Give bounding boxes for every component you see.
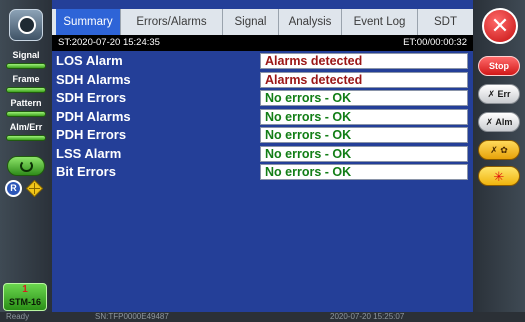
side-label-signal[interactable]: Signal: [0, 50, 52, 60]
result-name: LOS Alarm: [56, 53, 123, 68]
result-row: SDH Errors No errors - OK: [52, 89, 473, 108]
bottom-datetime: 2020-07-20 15:25:07: [330, 312, 405, 321]
side-label-alm-err[interactable]: Alm/Err: [0, 122, 52, 132]
refresh-button[interactable]: [7, 156, 45, 176]
result-name: Bit Errors: [56, 164, 116, 179]
result-value: No errors - OK: [260, 127, 468, 143]
bottom-status-strip: Ready SN:TFP0000E49487 2020-07-20 15:25:…: [0, 312, 525, 322]
result-name: SDH Errors: [56, 90, 127, 105]
result-value: No errors - OK: [260, 108, 468, 125]
tab-sdt[interactable]: SDT: [418, 9, 473, 35]
stm-number: 1: [22, 284, 28, 295]
left-sidebar: Signal Frame Pattern Alm/Err R 1 STM-16: [0, 0, 52, 312]
stm-badge[interactable]: 1 STM-16: [3, 283, 47, 311]
result-value: No errors - OK: [260, 164, 468, 180]
signal-led: [6, 63, 46, 69]
tab-signal[interactable]: Signal: [223, 9, 279, 35]
pattern-led: [6, 111, 46, 117]
serial-number: SN:TFP0000E49487: [95, 312, 169, 321]
frame-led: [6, 87, 46, 93]
result-row: PDH Errors No errors - OK: [52, 126, 473, 145]
result-name: LSS Alarm: [56, 145, 122, 161]
main-panel: Summary Errors/Alarms Signal Analysis Ev…: [52, 0, 473, 312]
tab-summary[interactable]: Summary: [56, 9, 121, 35]
result-value: Alarms detected: [260, 53, 468, 69]
tab-event-log[interactable]: Event Log: [342, 9, 418, 35]
result-row: LOS Alarm Alarms detected: [52, 52, 473, 71]
result-row: SDH Alarms Alarms detected: [52, 71, 473, 90]
inject-alarm-button[interactable]: ✗ Alm: [478, 112, 520, 132]
result-row: LSS Alarm No errors - OK: [52, 145, 473, 164]
tab-analysis[interactable]: Analysis: [279, 9, 342, 35]
diamond-icon[interactable]: [26, 180, 43, 197]
result-name: SDH Alarms: [56, 71, 131, 87]
tools-button[interactable]: ✗ ✿: [478, 140, 520, 160]
ready-text: Ready: [6, 312, 30, 321]
refresh-icon: [20, 160, 33, 172]
stop-button[interactable]: Stop: [478, 56, 520, 76]
r-badge[interactable]: R: [5, 180, 22, 197]
stm-label: STM-16: [8, 297, 41, 307]
results-table: LOS Alarm Alarms detected SDH Alarms Ala…: [52, 52, 473, 182]
result-row: Bit Errors No errors - OK: [52, 163, 473, 182]
result-value: No errors - OK: [260, 90, 468, 106]
home-button[interactable]: [9, 9, 43, 41]
elapsed-time: ET:00/00:00:32: [403, 37, 467, 48]
home-icon: [18, 16, 36, 34]
side-label-frame[interactable]: Frame: [0, 74, 52, 84]
laser-button[interactable]: ✳: [478, 166, 520, 186]
start-time: ST:2020-07-20 15:24:35: [58, 37, 160, 48]
result-name: PDH Errors: [56, 127, 127, 142]
status-bar: ST:2020-07-20 15:24:35 ET:00/00:00:32: [52, 35, 473, 51]
result-row: PDH Alarms No errors - OK: [52, 108, 473, 127]
tab-bar: Summary Errors/Alarms Signal Analysis Ev…: [52, 9, 473, 35]
right-sidebar: ✕ Stop ✗ Err ✗ Alm ✗ ✿ ✳: [473, 0, 525, 312]
result-value: Alarms detected: [260, 71, 468, 88]
result-name: PDH Alarms: [56, 108, 131, 124]
side-label-pattern[interactable]: Pattern: [0, 98, 52, 108]
inject-error-button[interactable]: ✗ Err: [478, 84, 520, 104]
result-value: No errors - OK: [260, 145, 468, 162]
close-icon: ✕: [490, 13, 510, 38]
close-button[interactable]: ✕: [482, 8, 518, 44]
tab-errors-alarms[interactable]: Errors/Alarms: [121, 9, 223, 35]
alm-err-led: [6, 135, 46, 141]
